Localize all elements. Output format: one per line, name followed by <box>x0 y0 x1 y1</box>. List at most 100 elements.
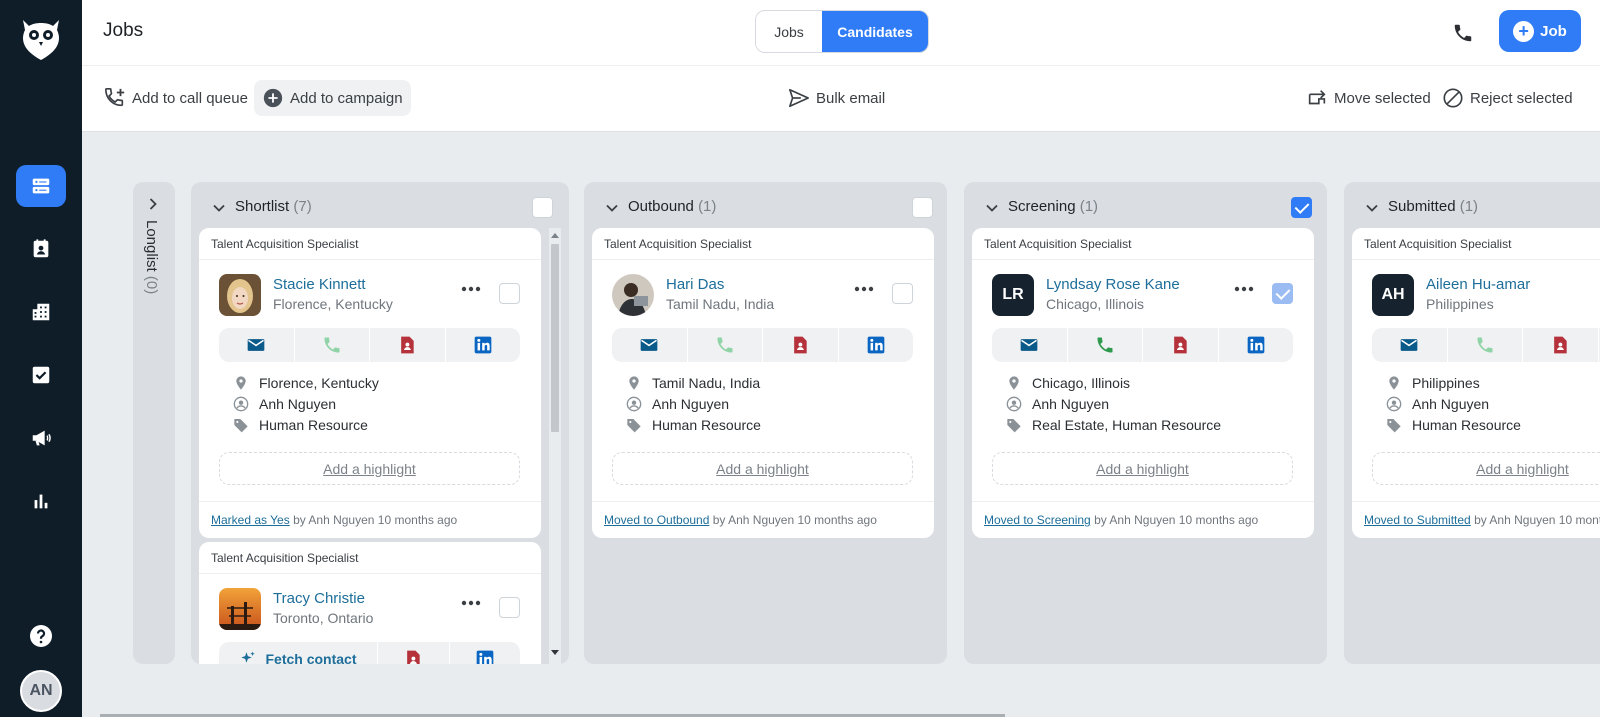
column-header: Shortlist (7) <box>191 194 569 220</box>
linkedin-icon <box>1246 335 1266 355</box>
activity-link[interactable]: Moved to Submitted <box>1364 513 1471 527</box>
toggle-candidates[interactable]: Candidates <box>822 11 928 52</box>
send-icon <box>789 88 809 108</box>
email-action[interactable] <box>1372 328 1448 362</box>
user-circle-icon <box>233 396 249 412</box>
candidate-card[interactable]: Talent Acquisition Specialist Stacie Kin… <box>199 228 541 538</box>
candidate-name[interactable]: Lyndsay Rose Kane <box>1046 276 1180 293</box>
email-icon <box>1019 335 1039 355</box>
candidate-card[interactable]: Talent Acquisition Specialist Tracy Chri… <box>199 542 541 664</box>
email-action[interactable] <box>612 328 688 362</box>
phone-icon[interactable] <box>1452 22 1474 44</box>
resume-action[interactable] <box>370 328 446 362</box>
chevron-down-icon[interactable] <box>984 200 1000 216</box>
chevron-down-icon[interactable] <box>1364 200 1380 216</box>
tag-icon <box>233 417 249 433</box>
candidate-name[interactable]: Aileen Hu-amar <box>1426 276 1530 293</box>
scroll-up-arrow[interactable] <box>551 233 559 238</box>
column-select-checkbox[interactable] <box>1291 197 1312 218</box>
fetch-contact-label: Fetch contact <box>265 651 357 664</box>
add-to-campaign-button[interactable]: Add to campaign <box>254 80 411 116</box>
resume-action[interactable] <box>378 642 450 664</box>
resume-action[interactable] <box>1143 328 1219 362</box>
sidebar-item-campaigns[interactable] <box>16 417 66 459</box>
resume-action[interactable] <box>1523 328 1599 362</box>
sidebar-item-companies[interactable] <box>16 291 66 333</box>
add-to-call-queue-button[interactable]: Add to call queue <box>96 80 256 116</box>
add-highlight-button[interactable]: Add a highlight <box>612 452 913 485</box>
column-select-checkbox[interactable] <box>912 197 933 218</box>
candidate-photo <box>612 274 654 316</box>
toggle-jobs[interactable]: Jobs <box>756 11 822 52</box>
sidebar-item-jobs[interactable] <box>16 165 66 207</box>
owl-logo-icon[interactable] <box>20 16 62 62</box>
longlist-column[interactable]: Longlist (0) <box>133 182 175 664</box>
card-select-checkbox[interactable] <box>499 597 520 618</box>
user-avatar[interactable]: AN <box>20 670 62 712</box>
resume-icon <box>397 335 417 355</box>
plus-circle-icon <box>263 88 283 108</box>
fetch-contact-button[interactable]: Fetch contact <box>219 642 378 664</box>
candidate-name[interactable]: Tracy Christie <box>273 590 365 607</box>
phone-action[interactable] <box>1448 328 1523 362</box>
candidate-card[interactable]: Talent Acquisition Specialist Hari Das T… <box>592 228 934 538</box>
activity-link[interactable]: Moved to Outbound <box>604 513 709 527</box>
candidate-name[interactable]: Stacie Kinnett <box>273 276 366 293</box>
column-select-checkbox[interactable] <box>532 197 553 218</box>
candidate-name[interactable]: Hari Das <box>666 276 724 293</box>
reject-selected-button[interactable]: Reject selected <box>1434 80 1581 116</box>
more-options-icon[interactable] <box>461 600 481 606</box>
resume-icon <box>403 649 423 664</box>
location-pin-icon <box>1006 375 1022 391</box>
email-icon <box>1399 335 1419 355</box>
phone-action[interactable] <box>1068 328 1143 362</box>
card-select-checkbox[interactable] <box>1272 283 1293 304</box>
scroll-down-arrow[interactable] <box>551 650 559 655</box>
activity-link[interactable]: Moved to Screening <box>984 513 1091 527</box>
info-owner: Anh Nguyen <box>233 396 336 412</box>
candidate-location: Philippines <box>1426 296 1494 312</box>
bulk-email-button[interactable]: Bulk email <box>780 80 893 116</box>
more-options-icon[interactable] <box>854 286 874 292</box>
new-job-button[interactable]: + Job <box>1499 10 1581 52</box>
help-icon[interactable] <box>29 624 53 648</box>
card-select-checkbox[interactable] <box>892 283 913 304</box>
candidate-card[interactable]: Talent Acquisition Specialist AH Aileen … <box>1352 228 1600 538</box>
linkedin-action[interactable] <box>839 328 914 362</box>
chevron-right-icon[interactable] <box>145 196 161 212</box>
more-options-icon[interactable] <box>461 286 481 292</box>
tag-icon <box>1386 417 1402 433</box>
phone-action[interactable] <box>688 328 763 362</box>
user-circle-icon <box>1386 396 1402 412</box>
card-job-title: Talent Acquisition Specialist <box>199 542 541 574</box>
linkedin-action[interactable] <box>1219 328 1294 362</box>
activity-link[interactable]: Marked as Yes <box>211 513 290 527</box>
bulk-email-label: Bulk email <box>816 89 886 107</box>
add-highlight-button[interactable]: Add a highlight <box>219 452 520 485</box>
candidate-card[interactable]: Talent Acquisition Specialist LR Lyndsay… <box>972 228 1314 538</box>
move-icon <box>1308 90 1326 105</box>
column-header: Outbound (1) <box>584 194 947 220</box>
linkedin-action[interactable] <box>446 328 521 362</box>
candidate-location: Tamil Nadu, India <box>666 296 775 312</box>
linkedin-action[interactable] <box>450 642 521 664</box>
chevron-down-icon[interactable] <box>604 200 620 216</box>
sidebar-item-reports[interactable] <box>16 480 66 522</box>
resume-action[interactable] <box>763 328 839 362</box>
card-select-checkbox[interactable] <box>499 283 520 304</box>
move-selected-button[interactable]: Move selected <box>1298 80 1439 116</box>
plus-icon: + <box>1513 20 1535 42</box>
add-highlight-button[interactable]: Add a highlight <box>992 452 1293 485</box>
sidebar-item-tasks[interactable] <box>16 354 66 396</box>
chevron-down-icon[interactable] <box>211 200 227 216</box>
scrollbar-thumb[interactable] <box>551 244 559 432</box>
phone-action[interactable] <box>295 328 370 362</box>
email-action[interactable] <box>992 328 1068 362</box>
add-highlight-button[interactable]: Add a highlight <box>1372 452 1600 485</box>
candidate-location: Florence, Kentucky <box>273 296 393 312</box>
card-activity: Moved to Outbound by Anh Nguyen 10 month… <box>592 501 934 537</box>
email-action[interactable] <box>219 328 295 362</box>
more-options-icon[interactable] <box>1234 286 1254 292</box>
sidebar-item-contacts[interactable] <box>16 228 66 270</box>
phone-add-icon <box>105 88 125 107</box>
